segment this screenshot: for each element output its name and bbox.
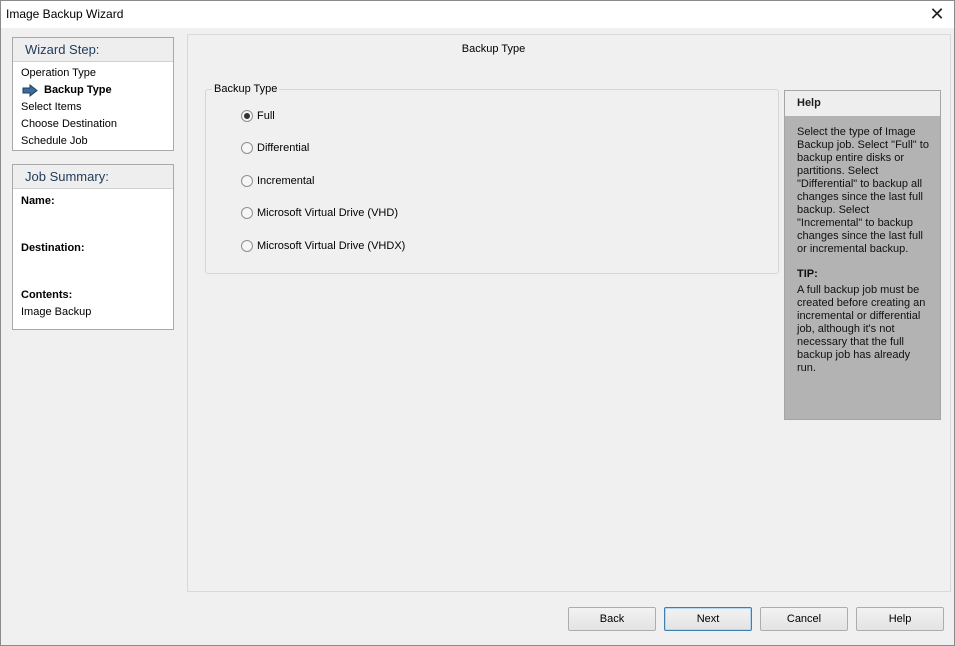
step-schedule-job[interactable]: Schedule Job [21,133,173,150]
summary-destination-label: Destination: [21,242,85,254]
next-button[interactable]: Next [664,607,752,631]
step-backup-type-label: Backup Type [44,84,112,96]
option-incremental-label: Incremental [257,175,315,187]
help-heading: Help [785,91,940,116]
wizard-step-panel: Wizard Step: Operation Type Backup Type … [12,37,174,151]
option-full[interactable]: Full [241,108,275,124]
summary-name-value [21,210,173,240]
job-summary-body: Name: Destination: Contents: Image Backu… [13,189,173,321]
option-differential[interactable]: Differential [241,140,309,156]
radio-incremental[interactable] [241,175,253,187]
back-button[interactable]: Back [568,607,656,631]
backup-type-group-label: Backup Type [212,83,280,95]
help-tip-label: TIP: [797,268,818,280]
option-vhdx-label: Microsoft Virtual Drive (VHDX) [257,240,406,252]
option-full-label: Full [257,110,275,122]
close-icon[interactable]: ✕ [926,4,948,24]
page-title: Backup Type [461,43,526,55]
help-button[interactable]: Help [856,607,944,631]
step-choose-destination[interactable]: Choose Destination [21,116,173,133]
option-differential-label: Differential [257,142,310,154]
job-summary-panel: Job Summary: Name: Destination: Contents… [12,164,174,330]
summary-contents-value: Image Backup [21,306,92,318]
main-panel: Backup Type Backup Type Full Differentia… [187,34,951,592]
wizard-window: Image Backup Wizard ✕ Wizard Step: Opera… [0,0,955,646]
wizard-step-list: Operation Type Backup Type Select Items … [13,62,173,150]
option-vhd-label: Microsoft Virtual Drive (VHD) [257,207,398,219]
help-panel: Help Select the type of Image Backup job… [784,90,941,420]
help-text: Select the type of Image Backup job. Sel… [797,126,929,255]
summary-destination-value [21,257,173,287]
help-body: Select the type of Image Backup job. Sel… [785,116,940,375]
radio-vhdx[interactable] [241,240,253,252]
title-bar: Image Backup Wizard ✕ [1,1,954,28]
help-tip-text: A full backup job must be created before… [797,284,926,374]
cancel-button[interactable]: Cancel [760,607,848,631]
window-title: Image Backup Wizard [6,7,124,21]
radio-vhd[interactable] [241,207,253,219]
step-select-items[interactable]: Select Items [21,99,173,116]
radio-full[interactable] [241,110,253,122]
arrow-right-icon [22,84,38,97]
wizard-step-heading: Wizard Step: [13,38,173,62]
summary-contents-label: Contents: [21,289,73,301]
radio-differential[interactable] [241,142,253,154]
step-operation-type[interactable]: Operation Type [21,65,173,82]
job-summary-heading: Job Summary: [13,165,173,189]
option-vhd[interactable]: Microsoft Virtual Drive (VHD) [241,205,398,221]
step-backup-type[interactable]: Backup Type [21,82,173,99]
option-incremental[interactable]: Incremental [241,173,314,189]
summary-name-label: Name: [21,195,55,207]
option-vhdx[interactable]: Microsoft Virtual Drive (VHDX) [241,238,405,254]
backup-type-group: Backup Type Full Differential Incrementa… [205,83,779,274]
